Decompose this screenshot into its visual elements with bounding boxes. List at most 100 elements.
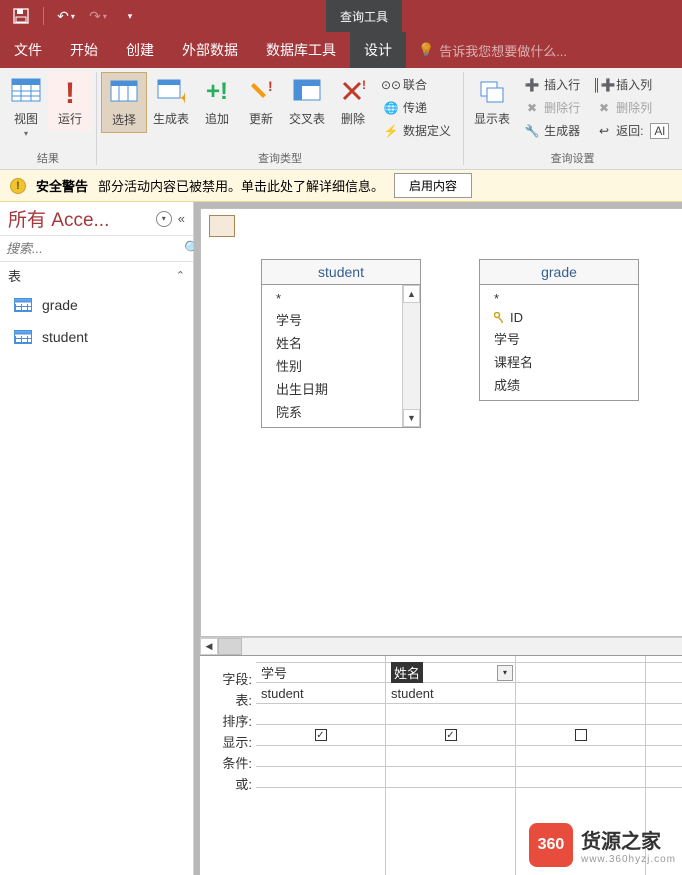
svg-text:✦: ✦: [179, 90, 185, 105]
field-item[interactable]: 姓名: [262, 331, 402, 354]
warning-title: 安全警告: [36, 176, 88, 195]
grid-or-cell[interactable]: [386, 767, 515, 788]
nav-collapse-icon[interactable]: «: [178, 211, 185, 226]
warning-message[interactable]: 部分活动内容已被禁用。单击此处了解详细信息。: [98, 176, 384, 195]
nav-header[interactable]: 所有 Acce... ▾ «: [0, 202, 193, 236]
crosstab-button[interactable]: 交叉表: [283, 72, 331, 131]
field-item-pk[interactable]: ID: [480, 308, 638, 327]
run-button[interactable]: !运行: [48, 72, 92, 131]
dropdown-icon[interactable]: ▾: [497, 665, 513, 681]
run-icon: !: [54, 76, 86, 108]
passthrough-button[interactable]: 🌐传递: [379, 97, 455, 118]
return-button[interactable]: ↩返回:Al: [592, 120, 673, 141]
tab-home[interactable]: 开始: [56, 32, 112, 68]
field-item[interactable]: 学号: [262, 308, 402, 331]
grid-show-cell[interactable]: ✓: [256, 725, 385, 746]
grid-criteria-cell[interactable]: [256, 746, 385, 767]
nav-section-tables[interactable]: 表⌃: [0, 262, 193, 289]
field-item[interactable]: 学号: [480, 327, 638, 350]
grid-show-cell[interactable]: ✓: [386, 725, 515, 746]
grid-or-cell[interactable]: [516, 767, 645, 788]
maketable-icon: ✦: [155, 76, 187, 108]
table-title: student: [262, 260, 420, 285]
field-item[interactable]: 性别: [262, 354, 402, 377]
field-item[interactable]: 课程名: [480, 350, 638, 373]
table-icon: [14, 298, 32, 312]
grid-sort-cell[interactable]: [256, 704, 385, 725]
insert-row-button[interactable]: ➕插入行: [520, 74, 584, 95]
delete-row-button: ✖删除行: [520, 97, 584, 118]
grid-show-cell[interactable]: [516, 725, 645, 746]
grid-or-cell[interactable]: [256, 767, 385, 788]
tab-file[interactable]: 文件: [0, 32, 56, 68]
qat-customize-icon[interactable]: ▾: [117, 3, 143, 29]
delete-query-button[interactable]: !删除: [331, 72, 375, 131]
grid-label-table: 表:: [200, 689, 256, 710]
union-icon: ⊙⊙: [383, 77, 399, 93]
grid-column[interactable]: 姓名▾ student ✓: [386, 656, 516, 875]
grid-table-cell[interactable]: [516, 683, 645, 704]
contextual-tab-label: 查询工具: [326, 0, 402, 32]
field-item[interactable]: 院系: [262, 400, 402, 423]
svg-text:+!: +!: [206, 79, 228, 105]
table-scrollbar[interactable]: ▲▼: [402, 285, 420, 427]
tab-external[interactable]: 外部数据: [168, 32, 252, 68]
table-box-student[interactable]: student * 学号 姓名 性别 出生日期 院系 ▲▼: [261, 259, 421, 428]
field-item[interactable]: 出生日期: [262, 377, 402, 400]
grid-column[interactable]: 学号 student ✓: [256, 656, 386, 875]
grid-table-cell[interactable]: student: [256, 683, 385, 704]
datasheet-icon: [10, 76, 42, 108]
tell-me-search[interactable]: 💡告诉我您想要做什么...: [406, 32, 567, 68]
group-querytype-label: 查询类型: [258, 147, 302, 169]
nav-search-input[interactable]: [6, 241, 184, 256]
delete-row-icon: ✖: [524, 100, 540, 116]
tab-create[interactable]: 创建: [112, 32, 168, 68]
grid-field-cell[interactable]: [516, 662, 645, 683]
update-button[interactable]: !更新: [239, 72, 283, 131]
save-icon[interactable]: [8, 3, 34, 29]
field-item[interactable]: *: [480, 289, 638, 308]
grid-field-cell[interactable]: 学号: [256, 662, 385, 683]
table-box-grade[interactable]: grade * ID 学号 课程名 成绩: [479, 259, 639, 401]
tab-design[interactable]: 设计: [350, 32, 406, 68]
grid-criteria-cell[interactable]: [386, 746, 515, 767]
delete-col-icon: ✖: [596, 100, 612, 116]
update-icon: !: [245, 76, 277, 108]
field-item[interactable]: 成绩: [480, 373, 638, 396]
nav-item-grade[interactable]: grade: [0, 289, 193, 321]
field-item[interactable]: *: [262, 289, 402, 308]
design-hscroll[interactable]: ◀▶: [200, 637, 682, 655]
checkbox-checked[interactable]: ✓: [445, 729, 457, 741]
query-object-tab[interactable]: [209, 215, 235, 237]
datadef-button[interactable]: ⚡数据定义: [379, 120, 455, 141]
grid-field-cell[interactable]: 姓名▾: [386, 662, 515, 683]
union-button[interactable]: ⊙⊙联合: [379, 74, 455, 95]
grid-criteria-cell[interactable]: [516, 746, 645, 767]
grid-sort-cell[interactable]: [516, 704, 645, 725]
nav-dropdown-icon[interactable]: ▾: [156, 211, 172, 227]
insert-col-button[interactable]: ║➕插入列: [592, 74, 673, 95]
grid-table-cell[interactable]: student: [386, 683, 515, 704]
svg-text:!: !: [65, 77, 75, 107]
warning-icon: !: [10, 178, 26, 194]
security-warning-bar: ! 安全警告 部分活动内容已被禁用。单击此处了解详细信息。 启用内容: [0, 170, 682, 202]
checkbox-checked[interactable]: ✓: [315, 729, 327, 741]
builder-button[interactable]: 🔧生成器: [520, 120, 584, 141]
undo-icon[interactable]: ↶ ▾: [53, 3, 79, 29]
showtable-icon: [476, 76, 508, 108]
tab-dbtools[interactable]: 数据库工具: [252, 32, 350, 68]
append-button[interactable]: +!追加: [195, 72, 239, 131]
builder-icon: 🔧: [524, 123, 540, 139]
insert-row-icon: ➕: [524, 77, 540, 93]
grid-sort-cell[interactable]: [386, 704, 515, 725]
enable-content-button[interactable]: 启用内容: [394, 173, 472, 198]
nav-item-student[interactable]: student: [0, 321, 193, 353]
table-title: grade: [480, 260, 638, 285]
grid-label-sort: 排序:: [200, 710, 256, 731]
checkbox-unchecked[interactable]: [575, 729, 587, 741]
view-button[interactable]: 视图▾: [4, 72, 48, 142]
grid-label-criteria: 条件:: [200, 752, 256, 773]
maketable-button[interactable]: ✦生成表: [147, 72, 195, 131]
select-query-button[interactable]: 选择: [101, 72, 147, 133]
showtable-button[interactable]: 显示表: [468, 72, 516, 131]
